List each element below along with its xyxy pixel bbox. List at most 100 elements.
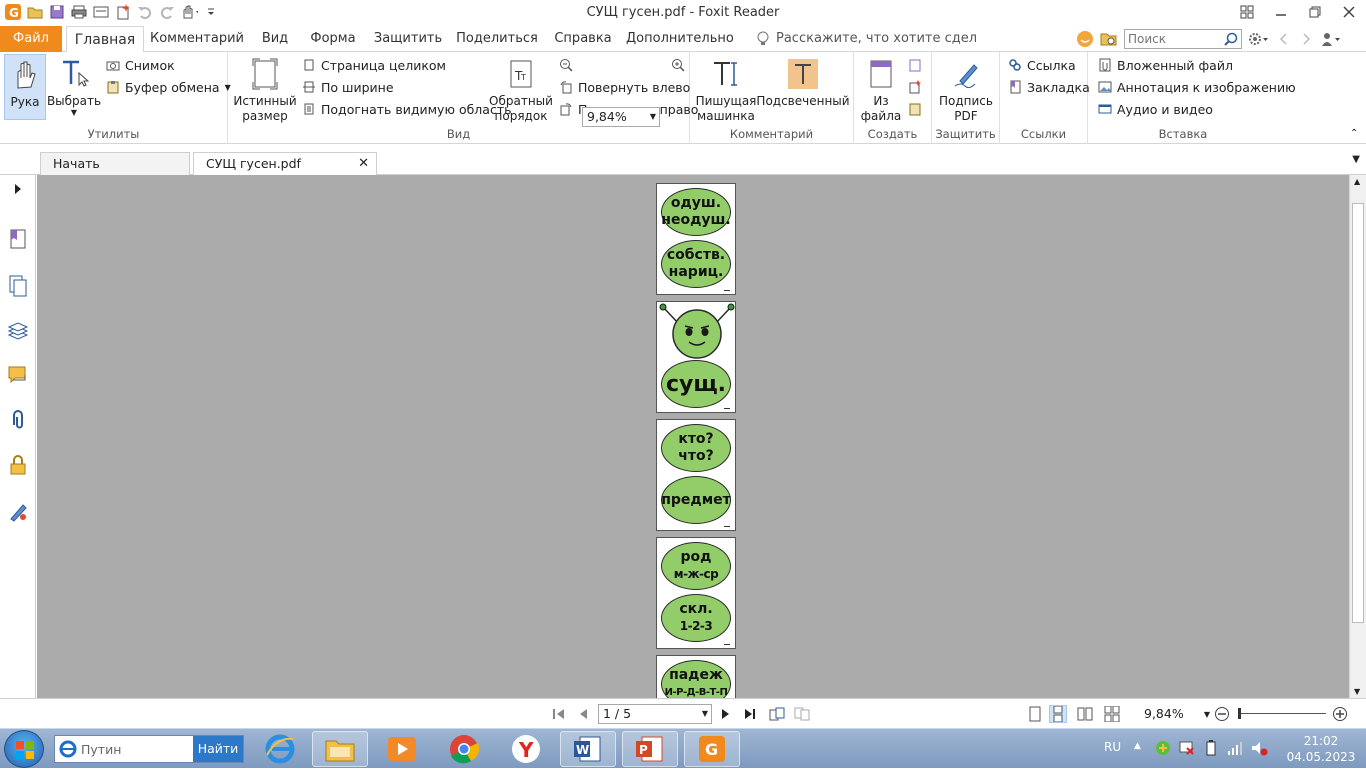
search-box[interactable]	[1124, 29, 1242, 49]
foxit-reader-icon[interactable]: G	[684, 731, 740, 767]
zoom-slider[interactable]	[1238, 708, 1326, 719]
security-lock-icon[interactable]	[6, 453, 30, 477]
signatures-panel-icon[interactable]	[6, 500, 30, 524]
first-page-icon[interactable]	[550, 705, 568, 723]
close-button[interactable]	[1332, 0, 1366, 24]
page-dropdown-icon[interactable]: ▼	[702, 705, 708, 723]
collapse-ribbon-icon[interactable]: ⌃	[1350, 128, 1358, 139]
chrome-icon[interactable]	[436, 731, 492, 767]
status-zoom-value[interactable]: 9,84%	[1144, 706, 1184, 721]
file-explorer-icon[interactable]	[312, 731, 368, 767]
tab-file[interactable]: Файл	[0, 26, 62, 52]
tab-extra[interactable]: Дополнительно	[626, 26, 734, 52]
tab-help[interactable]: Справка	[552, 26, 614, 52]
tab-share[interactable]: Поделиться	[454, 26, 540, 52]
minimize-button[interactable]	[1264, 0, 1298, 24]
sign-pdf-button[interactable]: Подпись PDF	[938, 54, 994, 124]
find-folder-icon[interactable]	[1100, 30, 1118, 48]
actual-size-button[interactable]: Истинный размер	[233, 54, 297, 124]
back-nav-icon[interactable]	[1276, 31, 1292, 47]
continuous-facing-icon[interactable]	[1103, 705, 1121, 723]
fit-page-button[interactable]: Страница целиком	[302, 55, 446, 75]
tab-start[interactable]: Начать	[40, 152, 190, 175]
taskbar-search[interactable]: Путин Найти	[54, 735, 244, 763]
attachment-button[interactable]: Вложенный файл	[1098, 55, 1233, 75]
fit-visible-button[interactable]: Подогнать видимую область	[302, 99, 511, 119]
zoom-out-button[interactable]	[559, 55, 573, 75]
audio-video-button[interactable]: Аудио и видео	[1098, 99, 1213, 119]
user-icon[interactable]	[1320, 31, 1342, 47]
search-icon[interactable]	[1224, 32, 1238, 49]
typewriter-button[interactable]: Пишущая машинка	[694, 54, 758, 124]
fit-width-button[interactable]: По ширине	[302, 77, 394, 97]
facing-pages-icon[interactable]	[1076, 705, 1094, 723]
tray-battery-icon[interactable]	[1202, 739, 1220, 757]
forward-nav-icon[interactable]	[1298, 31, 1314, 47]
bookmark-button[interactable]: Закладка	[1008, 77, 1090, 97]
from-file-button[interactable]: Из файла	[858, 54, 904, 124]
system-clock[interactable]: 21:02 04.05.2023	[1286, 733, 1356, 765]
create-clipboard-button[interactable]	[908, 99, 922, 119]
yandex-browser-icon[interactable]: Y	[498, 731, 554, 767]
tray-app-icon[interactable]	[1154, 739, 1172, 757]
restore-button[interactable]	[1298, 0, 1332, 24]
scroll-up-icon[interactable]: ▲	[1354, 177, 1360, 186]
tab-home[interactable]: Главная	[66, 26, 144, 53]
previous-view-icon[interactable]	[768, 705, 786, 723]
zoom-in-icon[interactable]	[1331, 705, 1349, 723]
zoom-dropdown-icon[interactable]: ▼	[650, 108, 656, 126]
layers-panel-icon[interactable]	[6, 319, 30, 343]
zoom-slider-knob[interactable]	[1238, 708, 1241, 719]
tray-network-error-icon[interactable]	[1178, 739, 1196, 757]
tab-comment[interactable]: Комментарий	[150, 26, 244, 52]
reverse-order-button[interactable]: TT Обратный порядок	[489, 54, 553, 124]
expand-panel-icon[interactable]	[6, 177, 30, 201]
clipboard-button[interactable]: Буфер обмена ▼	[106, 77, 231, 97]
last-page-icon[interactable]	[741, 705, 759, 723]
create-new-button[interactable]	[908, 77, 922, 97]
page-number-field[interactable]: 1 / 5 ▼	[598, 704, 712, 724]
tray-volume-muted-icon[interactable]	[1250, 739, 1268, 757]
tab-view[interactable]: Вид	[250, 26, 300, 52]
gear-icon[interactable]	[1248, 31, 1270, 47]
zoom-out-icon[interactable]	[1213, 705, 1231, 723]
next-view-icon[interactable]	[793, 705, 811, 723]
create-blank-button[interactable]	[908, 55, 922, 75]
snapshot-button[interactable]: Снимок	[106, 55, 175, 75]
zoom-field[interactable]: 9,84% ▼	[582, 107, 660, 127]
tab-current-document[interactable]: СУЩ гусен.pdf ✕	[193, 152, 377, 175]
hand-tool-button[interactable]: Рука	[4, 54, 46, 120]
internet-explorer-icon[interactable]	[252, 731, 308, 767]
language-indicator[interactable]: RU	[1104, 740, 1121, 754]
tab-form[interactable]: Форма	[306, 26, 360, 52]
vertical-scrollbar[interactable]: ▲ ▼	[1349, 175, 1366, 698]
next-page-icon[interactable]	[717, 705, 735, 723]
continuous-page-icon[interactable]	[1049, 705, 1067, 723]
word-icon[interactable]: W	[560, 731, 616, 767]
close-tab-icon[interactable]: ✕	[358, 153, 369, 175]
tray-signal-icon[interactable]	[1226, 739, 1244, 757]
tell-me-box[interactable]: Расскажите, что хотите сдел	[756, 26, 977, 52]
comments-panel-icon[interactable]	[6, 363, 30, 387]
pages-panel-icon[interactable]	[6, 274, 30, 298]
taskbar-search-button[interactable]: Найти	[193, 736, 243, 762]
show-hidden-icons-icon[interactable]: ▲	[1134, 741, 1141, 751]
smile-icon[interactable]	[1076, 30, 1094, 48]
attachments-panel-icon[interactable]	[6, 408, 30, 432]
start-button[interactable]	[4, 730, 44, 768]
previous-page-icon[interactable]	[574, 705, 592, 723]
ribbon-options-icon[interactable]	[1230, 0, 1264, 24]
highlight-button[interactable]: Подсвеченный	[756, 54, 850, 109]
bookmarks-panel-icon[interactable]	[6, 227, 30, 251]
rotate-left-button[interactable]: Повернуть влево	[559, 77, 690, 97]
image-annotation-button[interactable]: Аннотация к изображению	[1098, 77, 1296, 97]
single-page-icon[interactable]	[1026, 705, 1044, 723]
search-input[interactable]	[1125, 30, 1221, 48]
select-tool-button[interactable]: Выбрать ▼	[47, 54, 101, 117]
link-button[interactable]: Ссылка	[1008, 55, 1076, 75]
document-view[interactable]: одуш. неодуш. собств. нариц. сущ. кто? ч…	[37, 175, 1349, 698]
media-player-icon[interactable]	[374, 731, 430, 767]
scroll-thumb[interactable]	[1352, 203, 1364, 623]
tab-protect[interactable]: Защитить	[372, 26, 444, 52]
tab-list-dropdown-icon[interactable]: ▼	[1352, 154, 1360, 165]
